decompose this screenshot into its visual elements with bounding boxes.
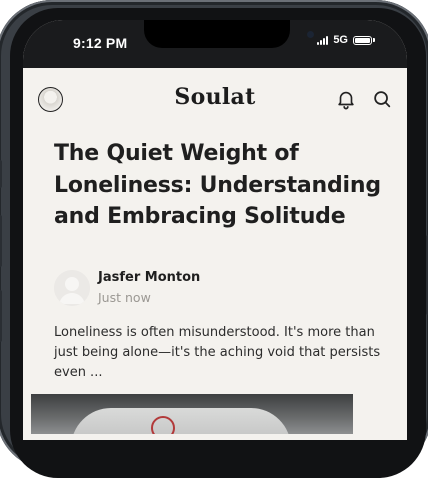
status-time: 9:12 PM	[73, 35, 128, 51]
bell-icon[interactable]	[335, 88, 357, 110]
author-row[interactable]: Jasfer Monton Just now	[54, 268, 384, 308]
volume-down-button	[0, 290, 2, 342]
author-avatar	[54, 270, 90, 306]
phone-screen: 9:12 PM 5G Soulat The Quiet Weight of Lo…	[23, 20, 407, 440]
network-label: 5G	[333, 34, 348, 46]
article-excerpt: Loneliness is often misunderstood. It's …	[54, 325, 381, 380]
status-indicators: 5G	[317, 34, 375, 46]
app-bar: Soulat	[23, 68, 407, 126]
article-headline[interactable]: The Quiet Weight of Loneliness: Understa…	[54, 138, 384, 233]
battery-tip	[373, 38, 375, 42]
post-time: Just now	[98, 290, 151, 305]
battery-icon	[353, 35, 372, 45]
status-bar: 9:12 PM 5G	[23, 20, 407, 68]
dynamic-island	[144, 20, 314, 48]
search-icon[interactable]	[371, 88, 393, 110]
cover-image-shape	[71, 408, 291, 434]
signal-icon	[317, 35, 329, 45]
cover-image-mark	[151, 416, 175, 434]
author-name[interactable]: Jasfer Monton	[98, 270, 200, 285]
camera-icon	[307, 31, 314, 38]
article-card[interactable]: The Quiet Weight of Loneliness: Understa…	[54, 138, 384, 380]
mute-switch	[0, 160, 2, 188]
volume-up-button	[0, 215, 2, 267]
article-cover-image[interactable]	[31, 394, 353, 434]
